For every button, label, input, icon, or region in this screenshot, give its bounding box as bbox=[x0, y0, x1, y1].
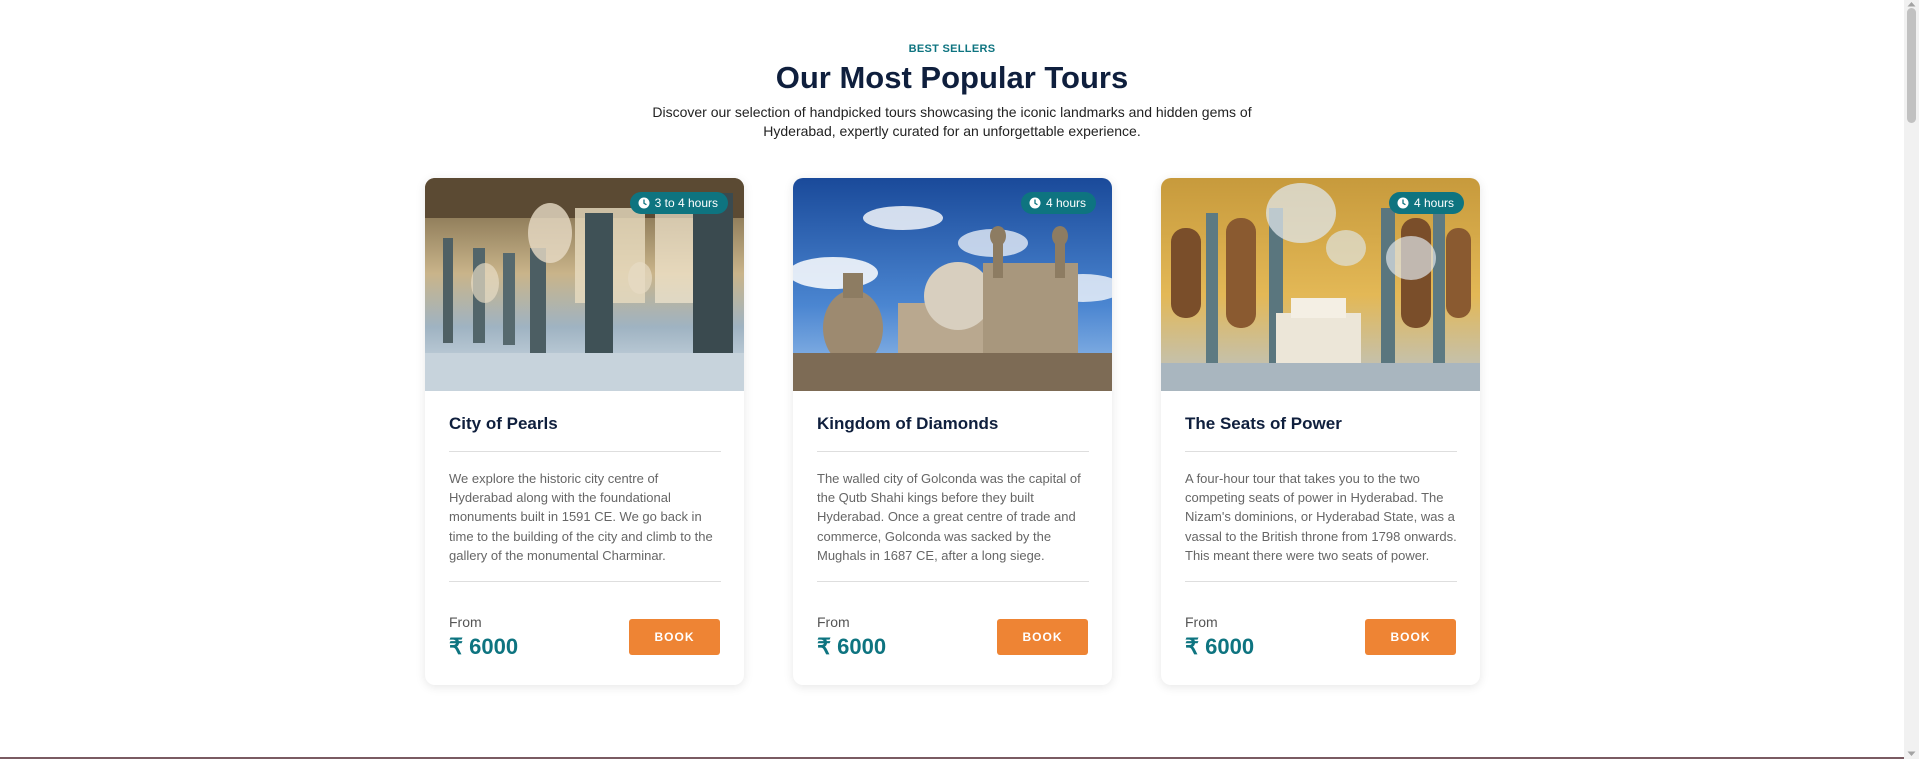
section-title: Our Most Popular Tours bbox=[775, 60, 1129, 95]
tour-price: ₹ 6000 bbox=[449, 634, 519, 659]
tour-description: The walled city of Golconda was the capi… bbox=[817, 471, 1081, 563]
tour-image[interactable]: 4 hours bbox=[793, 178, 1112, 391]
divider bbox=[817, 451, 1089, 452]
price-from-label: From bbox=[449, 614, 482, 630]
clock-icon bbox=[1397, 197, 1409, 209]
tour-card[interactable]: 3 to 4 hours City of Pearls We explore t… bbox=[425, 178, 744, 685]
divider bbox=[1185, 581, 1457, 582]
tour-description: A four-hour tour that takes you to the t… bbox=[1185, 471, 1457, 563]
duration-text: 4 hours bbox=[1045, 196, 1086, 210]
scrollbar-thumb[interactable] bbox=[1907, 8, 1916, 123]
price-from-label: From bbox=[817, 614, 850, 630]
tour-title[interactable]: The Seats of Power bbox=[1185, 414, 1342, 434]
clock-icon bbox=[638, 197, 650, 209]
tour-title[interactable]: City of Pearls bbox=[449, 414, 558, 434]
book-button[interactable]: BOOK bbox=[997, 619, 1088, 655]
clock-icon bbox=[1029, 197, 1041, 209]
section-eyebrow: BEST SELLERS bbox=[908, 43, 996, 55]
scrollbar[interactable] bbox=[1904, 0, 1919, 759]
tour-image[interactable]: 4 hours bbox=[1161, 178, 1480, 391]
divider bbox=[449, 451, 721, 452]
popular-tours-section: BEST SELLERS Our Most Popular Tours Disc… bbox=[0, 0, 1904, 757]
duration-badge: 4 hours bbox=[1020, 192, 1096, 214]
tour-image[interactable]: 3 to 4 hours bbox=[425, 178, 744, 391]
page: BEST SELLERS Our Most Popular Tours Disc… bbox=[0, 0, 1919, 759]
tour-price: ₹ 6000 bbox=[817, 634, 887, 659]
tour-price: ₹ 6000 bbox=[1185, 634, 1255, 659]
divider bbox=[817, 581, 1089, 582]
book-button[interactable]: BOOK bbox=[629, 619, 720, 655]
tour-card[interactable]: 4 hours Kingdom of Diamonds The walled c… bbox=[793, 178, 1112, 685]
divider bbox=[1185, 451, 1457, 452]
tour-description: We explore the historic city centre of H… bbox=[449, 471, 713, 563]
tour-card[interactable]: 4 hours The Seats of Power A four-hour t… bbox=[1161, 178, 1480, 685]
duration-text: 4 hours bbox=[1413, 196, 1454, 210]
section-intro: Discover our selection of handpicked tou… bbox=[652, 104, 1252, 139]
book-button[interactable]: BOOK bbox=[1365, 619, 1456, 655]
duration-badge: 4 hours bbox=[1388, 192, 1464, 214]
tour-title[interactable]: Kingdom of Diamonds bbox=[817, 414, 998, 434]
duration-badge: 3 to 4 hours bbox=[629, 192, 728, 214]
scroll-down-arrow-icon[interactable] bbox=[1907, 751, 1916, 757]
duration-text: 3 to 4 hours bbox=[654, 196, 718, 210]
divider bbox=[449, 581, 721, 582]
scroll-up-arrow-icon[interactable] bbox=[1907, 1, 1916, 7]
price-from-label: From bbox=[1185, 614, 1218, 630]
